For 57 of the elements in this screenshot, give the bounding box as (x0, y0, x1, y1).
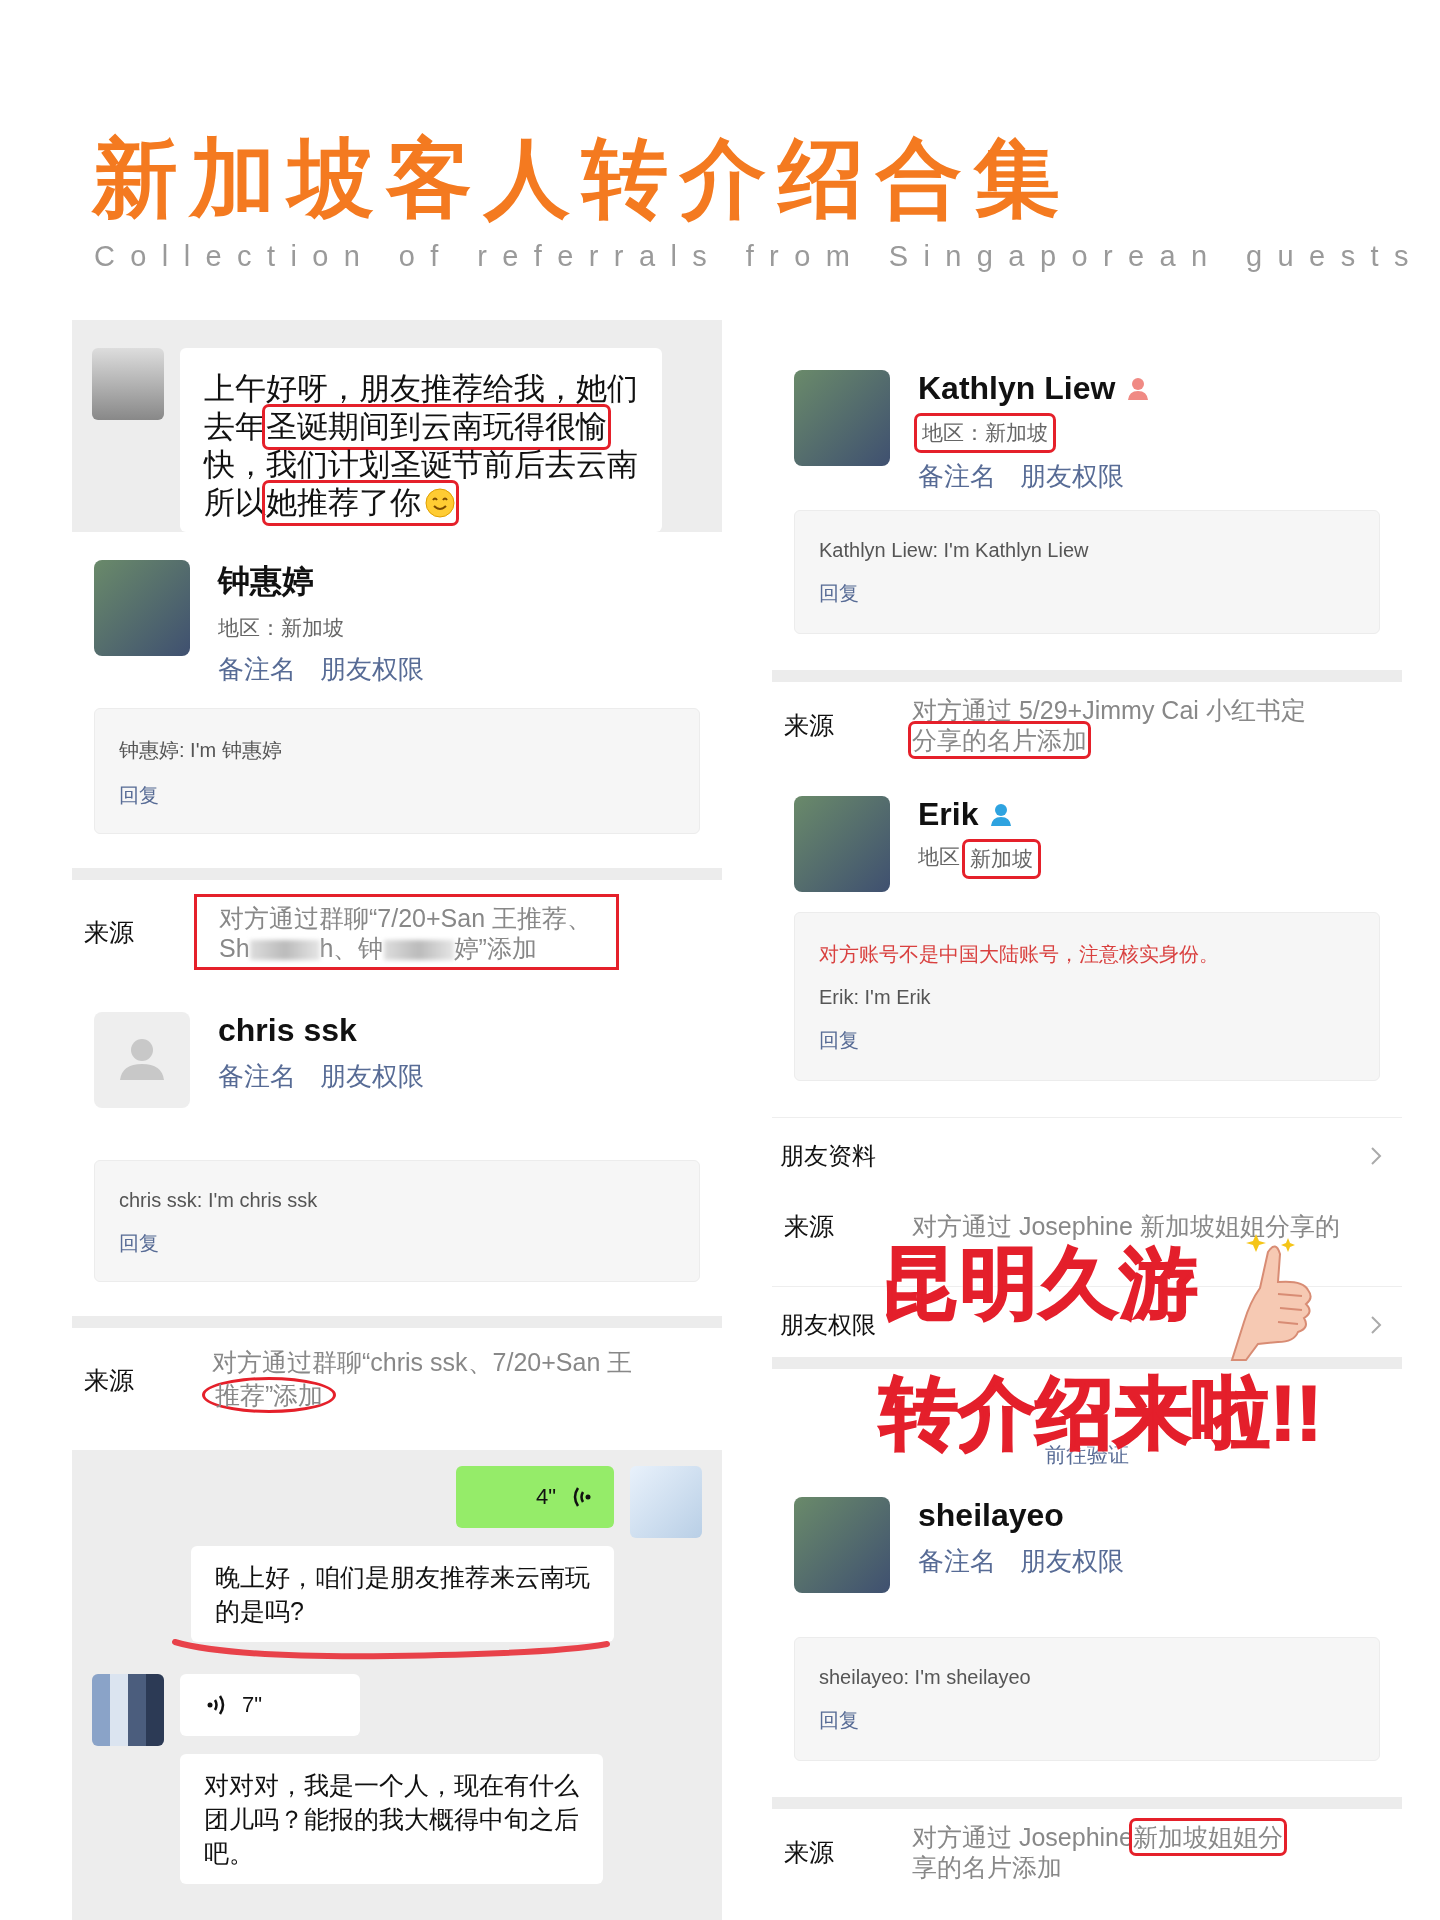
contact-name: 钟惠婷 (218, 562, 314, 601)
greeting-text: Kathlyn Liew: I'm Kathlyn Liew (819, 539, 1090, 562)
source-label: 来源 (784, 1210, 835, 1242)
message-bubble: 晚上好，咱们是朋友推荐来云南玩 的是吗? (191, 1546, 614, 1642)
source-text: Sh (219, 933, 250, 963)
avatar-photo-placeholder (630, 1466, 702, 1538)
source-text: 推荐”添加 (202, 1377, 337, 1413)
greeting-text: chris ssk: I'm chris ssk (119, 1189, 319, 1212)
reply-link[interactable]: 回复 (819, 1707, 1355, 1734)
greeting-text: 对方账号不是中国大陆账号，注意核实身份。 (819, 942, 1220, 967)
source-text: 对方通过群聊“chris ssk、7/20+San 王 (212, 1347, 633, 1377)
source-text: 享的名片添加 (912, 1852, 1062, 1882)
promo-caption: 昆明久游 (880, 1244, 1200, 1322)
profile-link[interactable]: 朋友权限 (1020, 459, 1124, 494)
greeting-text: 钟惠婷: I'm 钟惠婷 (119, 738, 283, 763)
menu-label[interactable]: 朋友权限 (780, 1309, 876, 1341)
source-label: 来源 (84, 1364, 135, 1396)
source-text: h、钟 (319, 933, 384, 963)
source-label: 来源 (84, 916, 135, 948)
source-label: 来源 (784, 709, 835, 741)
profile-link[interactable]: 备注名 (218, 1059, 296, 1094)
region-label: 地区：新加坡 (218, 615, 344, 641)
voice-message[interactable]: 7" (180, 1674, 360, 1736)
profile-link[interactable]: 备注名 (918, 1544, 996, 1579)
blurred-text (249, 940, 320, 961)
profile-link[interactable]: 备注名 (218, 652, 296, 687)
greeting-text: Erik: I'm Erik (819, 986, 932, 1009)
source-text: 婷”添加 (453, 933, 537, 963)
blurred-text (383, 940, 454, 961)
contact-name: Kathlyn Liew (918, 370, 1116, 407)
message-bubble: 对对对，我是一个人，现在有什么 团儿吗？能报的我大概得中旬之后 吧。 (180, 1754, 603, 1884)
menu-label[interactable]: 朋友资料 (780, 1140, 876, 1172)
reply-link[interactable]: 回复 (819, 580, 1355, 607)
profile-link[interactable]: 朋友权限 (320, 652, 424, 687)
reply-link[interactable]: 回复 (119, 782, 675, 809)
region-label: 地区 (918, 844, 960, 870)
contact-name: sheilayeo (918, 1497, 1064, 1534)
default-avatar-icon (94, 1012, 190, 1108)
reply-link[interactable]: 回复 (119, 1230, 675, 1257)
chevron-right-icon (1370, 1146, 1382, 1166)
reply-link[interactable]: 回复 (819, 1027, 1355, 1054)
contact-name: chris ssk (218, 1012, 357, 1049)
profile-link[interactable]: 备注名 (918, 459, 996, 494)
voice-message[interactable]: 4" (456, 1466, 614, 1528)
chevron-right-icon (1370, 1315, 1382, 1335)
greeting-text: sheilayeo: I'm sheilayeo (819, 1666, 1032, 1689)
source-text: 对方通过 Josephine 新加坡姐姐分享的 (912, 1211, 1340, 1241)
profile-link[interactable]: 朋友权限 (1020, 1544, 1124, 1579)
source-text: 对方通过群聊“7/20+San 王推荐、 (219, 903, 592, 933)
pixelated-avatar (92, 1674, 164, 1746)
avatar-photo-placeholder (92, 348, 164, 420)
page-title: 新加坡客人转介绍合集 (90, 129, 1073, 228)
profile-link[interactable]: 朋友权限 (320, 1059, 424, 1094)
page-subtitle: Collection of referrals from Singaporean guests (93, 239, 1425, 274)
contact-name: Erik (918, 796, 979, 833)
source-text: 对方通过 5/29+Jimmy Cai 小红书定 (912, 695, 1306, 725)
source-label: 来源 (784, 1836, 835, 1868)
